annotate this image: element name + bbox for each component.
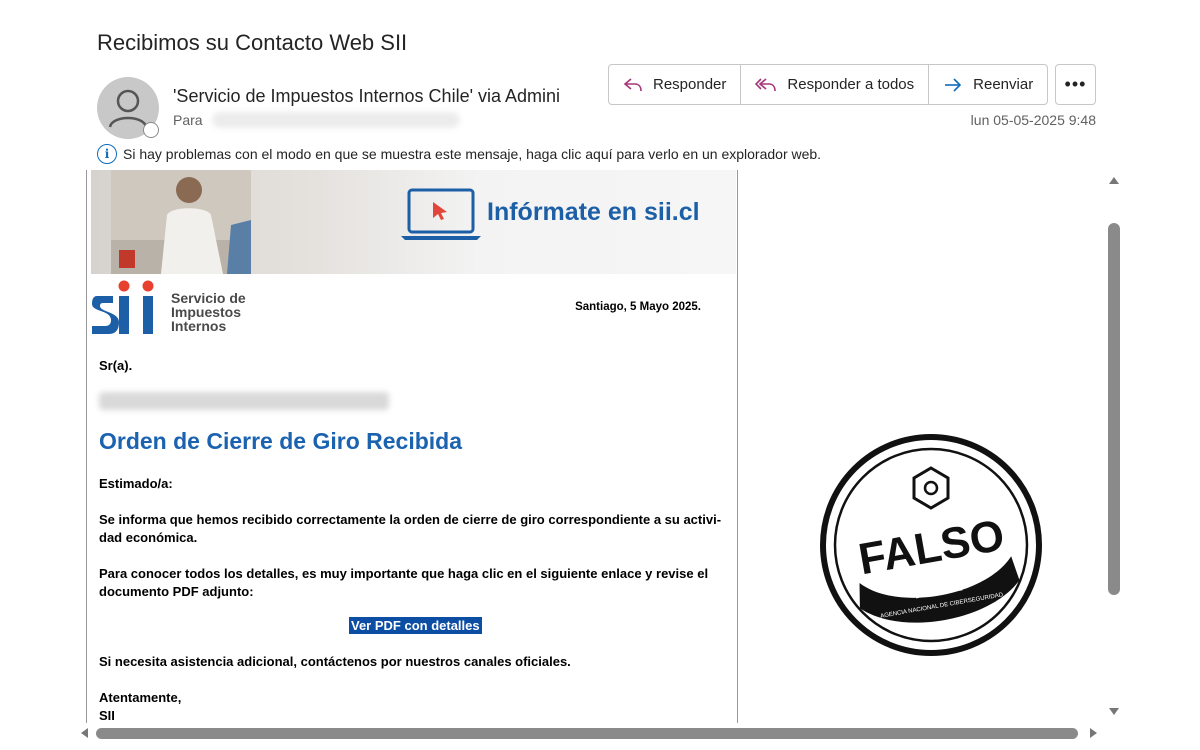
email-content: Infórmate en sii.cl Servicio de Impuesto…: [86, 170, 738, 723]
paragraph-1: Se informa que hemos recibido correctame…: [99, 511, 737, 547]
reply-all-icon: [755, 77, 777, 91]
ellipsis-icon: •••: [1064, 74, 1087, 94]
greeting: Estimado/a:: [99, 476, 173, 491]
logo-text: Servicio de Impuestos Internos: [171, 291, 246, 333]
view-pdf-link[interactable]: Ver PDF con detalles: [349, 617, 482, 634]
logo-text-line-3: Internos: [171, 318, 227, 334]
forward-button[interactable]: Reenviar: [929, 65, 1047, 104]
paragraph-1-line-1: Se informa que hemos recibido correctame…: [99, 512, 722, 527]
person-at-laptop-illustration: [111, 170, 251, 274]
scroll-up-arrow-icon[interactable]: [1109, 177, 1119, 184]
message-actions: Responder Responder a todos Reenviar: [608, 64, 1049, 105]
scroll-right-arrow-icon[interactable]: [1090, 728, 1097, 738]
recipient-name-redacted: [99, 392, 389, 410]
closing: Atentamente,: [99, 690, 182, 705]
to-label: Para: [173, 112, 203, 128]
salutation: Sr(a).: [99, 358, 133, 373]
falso-stamp-seal: FALSO ANCI AGENCIA NACIONAL DE CIBERSEGU…: [820, 434, 1042, 656]
stamp-main-text: FALSO: [855, 511, 1008, 585]
message-body-viewport: Infórmate en sii.cl Servicio de Impuesto…: [86, 170, 1126, 723]
reply-all-label: Responder a todos: [787, 76, 915, 93]
paragraph-2-line-2: documento PDF adjunto:: [99, 584, 254, 599]
paragraph-2-line-1: Para conocer todos los detalles, es muy …: [99, 566, 709, 581]
letter-date: Santiago, 5 Mayo 2025.: [575, 301, 701, 313]
more-actions-button[interactable]: •••: [1055, 64, 1096, 105]
email-subject: Recibimos su Contacto Web SII: [97, 30, 408, 55]
email-heading: Orden de Cierre de Giro Recibida: [99, 428, 462, 454]
reply-all-button[interactable]: Responder a todos: [741, 65, 930, 104]
reply-icon: [623, 77, 642, 91]
forward-label: Reenviar: [973, 76, 1034, 93]
horizontal-scroll-thumb[interactable]: [96, 728, 1078, 739]
presence-status-icon: [143, 122, 159, 138]
scroll-down-arrow-icon[interactable]: [1109, 708, 1119, 715]
info-icon: i: [97, 144, 117, 164]
recipient-address-redacted: [212, 112, 460, 128]
sender-name[interactable]: 'Servicio de Impuestos Internos Chile' v…: [173, 86, 560, 107]
laptop-cursor-icon: [401, 188, 481, 240]
logo-text-line-1: Servicio de: [171, 290, 246, 306]
paragraph-2: Para conocer todos los detalles, es muy …: [99, 565, 737, 601]
info-bar-text[interactable]: Si hay problemas con el modo en que se m…: [123, 146, 821, 162]
logo-text-line-2: Impuestos: [171, 304, 242, 320]
reply-label: Responder: [653, 76, 727, 93]
paragraph-3: Si necesita asistencia adicional, contác…: [99, 654, 571, 669]
forward-arrow-icon: [945, 77, 962, 92]
paragraph-1-line-2: dad económica.: [99, 530, 198, 545]
banner-text: Infórmate en sii.cl: [487, 198, 700, 226]
scroll-left-arrow-icon[interactable]: [81, 728, 88, 738]
sii-logo: [92, 280, 154, 334]
reply-button[interactable]: Responder: [609, 65, 742, 104]
received-date: lun 05-05-2025 9:48: [970, 112, 1096, 128]
banner-image: Infórmate en sii.cl: [91, 170, 736, 274]
info-bar[interactable]: i Si hay problemas con el modo en que se…: [97, 144, 821, 164]
signature: SII: [99, 708, 115, 723]
vertical-scroll-thumb[interactable]: [1108, 223, 1120, 595]
